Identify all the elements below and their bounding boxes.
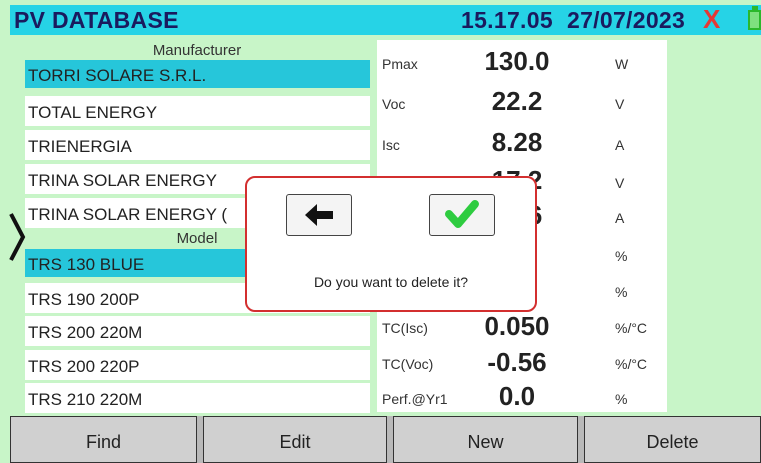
page-title: PV DATABASE (14, 7, 179, 33)
param-name: TC(Voc) (382, 356, 434, 372)
new-button[interactable]: New (393, 416, 578, 463)
param-value: 22.2 (491, 86, 543, 116)
param-value: 8.28 (491, 127, 543, 157)
manufacturer-item[interactable]: TOTAL ENERGY (25, 96, 370, 126)
checkmark-icon (445, 200, 479, 228)
param-unit: A (615, 210, 625, 226)
manufacturer-label: Manufacturer (152, 42, 242, 59)
param-unit: % (615, 391, 628, 407)
model-item[interactable]: TRS 200 220P (25, 350, 370, 380)
manufacturer-item[interactable]: TORRI SOLARE S.R.L. (25, 60, 370, 88)
screen-frame: PV DATABASE 15.17.05 27/07/2023 X Manufa… (0, 0, 761, 463)
delete-button[interactable]: Delete (584, 416, 761, 463)
model-item[interactable]: TRS 200 220M (25, 316, 370, 346)
title-bar: PV DATABASE 15.17.05 27/07/2023 X (10, 5, 761, 35)
param-name: Voc (382, 96, 406, 112)
find-button[interactable]: Find (10, 416, 197, 463)
arrow-left-icon (305, 204, 333, 226)
param-unit: %/°C (615, 356, 648, 372)
param-unit: V (615, 96, 625, 112)
param-unit: % (615, 284, 628, 300)
param-name: Isc (382, 137, 400, 153)
model-item[interactable]: TRS 210 220M (25, 383, 370, 413)
confirm-delete-dialog: Do you want to delete it? (245, 176, 537, 312)
cancel-button[interactable] (286, 194, 352, 236)
clock-date: 27/07/2023 (567, 7, 686, 33)
param-value: 0.0 (498, 381, 536, 411)
param-value: 130.0 (484, 46, 550, 76)
close-icon[interactable]: X (703, 6, 720, 32)
param-name: TC(Isc) (382, 320, 428, 336)
dialog-message: Do you want to delete it? (313, 274, 469, 290)
battery-icon (748, 6, 761, 30)
param-unit: %/°C (615, 320, 648, 336)
param-unit: % (615, 248, 628, 264)
param-value: 0.050 (484, 311, 550, 341)
param-unit: A (615, 137, 625, 153)
param-value: -0.56 (487, 347, 547, 377)
edit-button[interactable]: Edit (203, 416, 387, 463)
param-name: Pmax (382, 56, 418, 72)
chevron-right-icon[interactable] (8, 212, 28, 262)
confirm-button[interactable] (429, 194, 495, 236)
param-name: Perf.@Yr1 (382, 391, 448, 407)
manufacturer-item[interactable]: TRIENERGIA (25, 130, 370, 160)
clock-time: 15.17.05 (461, 7, 553, 33)
param-unit: W (615, 56, 629, 72)
param-unit: V (615, 175, 625, 191)
